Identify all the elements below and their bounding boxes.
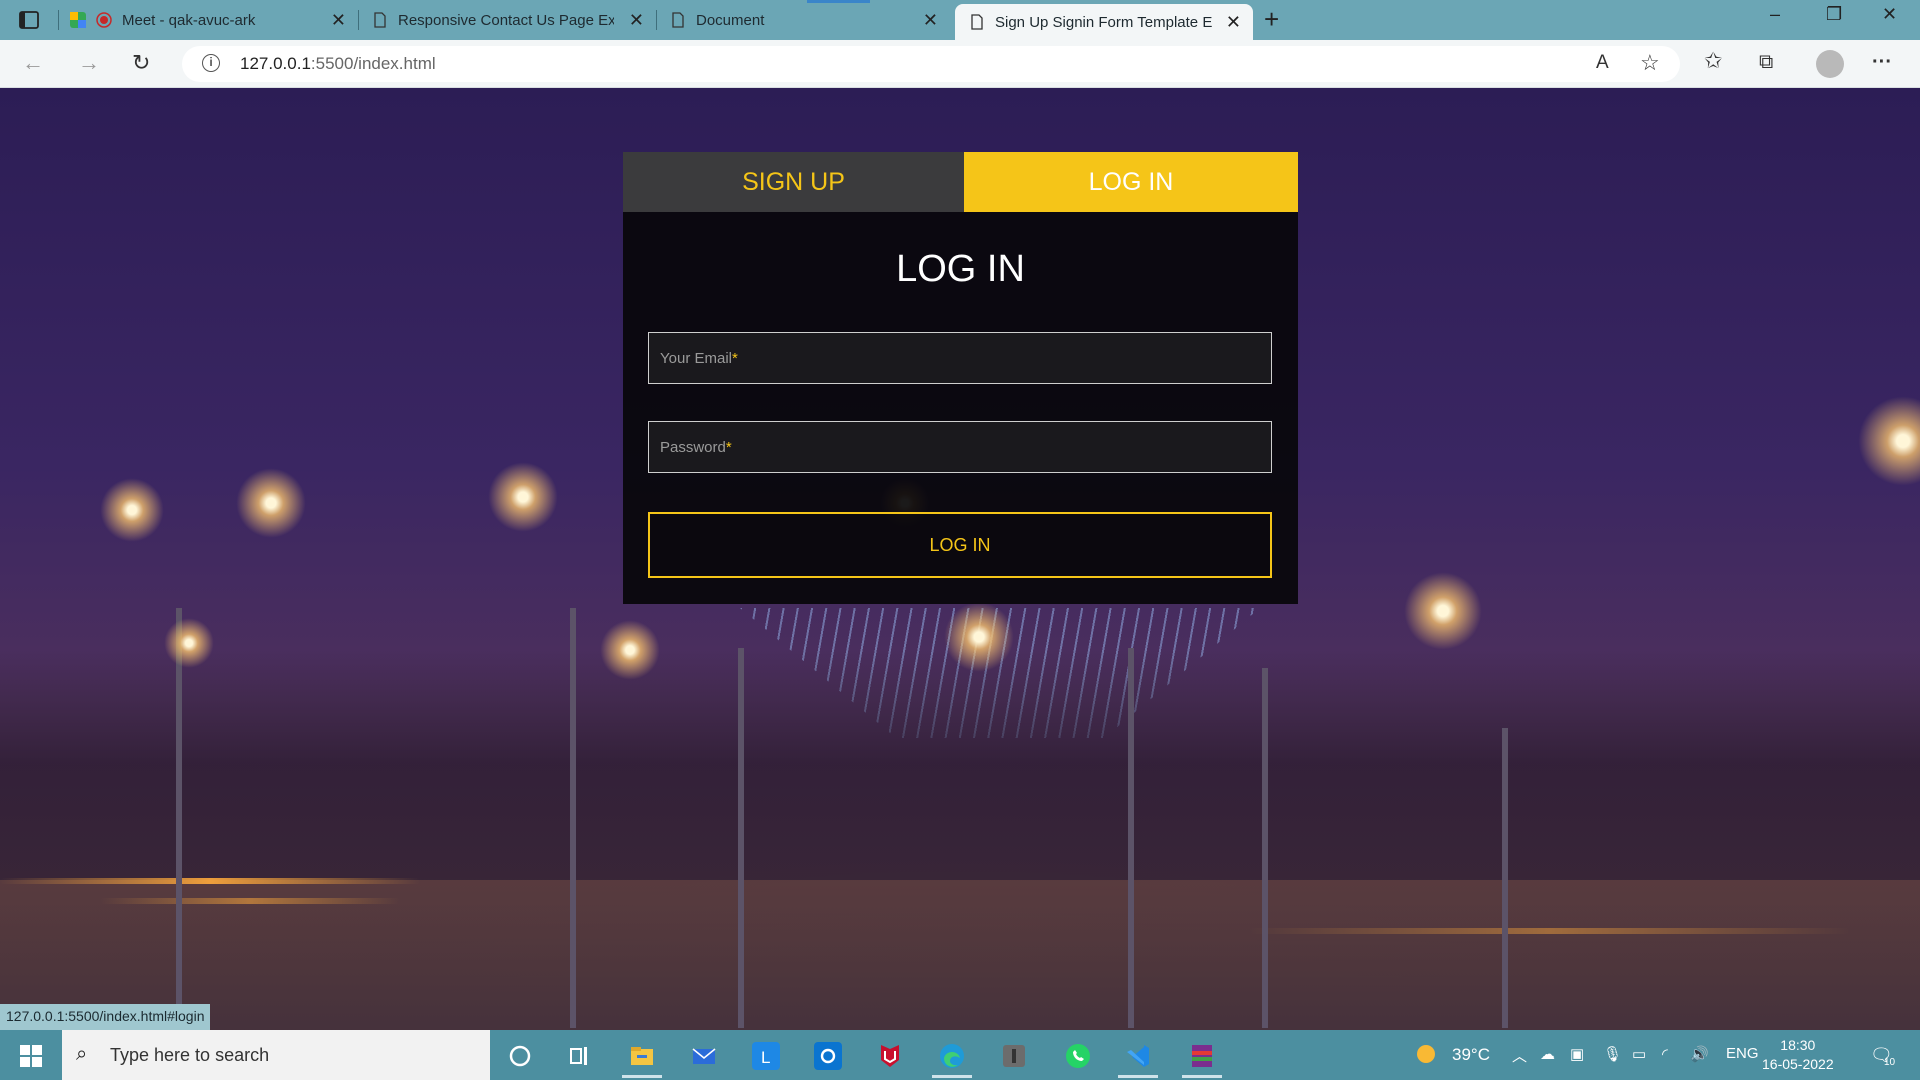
page-icon [971,14,983,30]
edge-icon[interactable] [938,1042,966,1070]
mail-icon[interactable] [690,1042,718,1070]
email-placeholder: Your Email* [660,350,738,367]
login-tab[interactable]: LOG IN [964,152,1298,212]
password-field[interactable]: Password* [648,421,1272,473]
clock-date: 16-05-2022 [1762,1056,1834,1072]
meet-now-icon[interactable]: ▣ [1570,1045,1584,1063]
battery-icon[interactable]: ▭ [1632,1045,1646,1063]
page-icon [374,12,386,28]
site-info-icon[interactable]: i [202,54,220,72]
login-form: LOG IN Your Email* Password* LOG IN [623,212,1298,604]
signup-tab[interactable]: SIGN UP [623,152,964,212]
tab-title: Meet - qak-avuc-ark [122,11,256,29]
cortana-icon[interactable] [506,1042,534,1070]
windows-taskbar: ⌕ Type here to search L 39°C ︿ ☁ ▣ 🎙 ▭ ◜… [0,1030,1920,1080]
status-url-tooltip: 127.0.0.1:5500/index.html#login [0,1004,211,1030]
task-view-icon[interactable] [566,1042,594,1070]
profile-avatar[interactable] [1816,50,1844,78]
address-bar[interactable]: i 127.0.0.1:5500/index.html A ☆ [182,46,1680,82]
auth-form-card: SIGN UP LOG IN LOG IN Your Email* Passwo… [623,152,1298,604]
notification-count: 10 [1884,1057,1896,1068]
generic-app-icon[interactable] [1000,1042,1028,1070]
tab-title: Document [696,11,765,29]
mcafee-icon[interactable] [876,1042,904,1070]
winrar-icon[interactable] [1188,1042,1216,1070]
outlook-icon[interactable] [814,1042,842,1070]
vscode-icon[interactable] [1124,1042,1152,1070]
url-host: 127.0.0.1 [240,54,311,73]
tab-title: Responsive Contact Us Page Exa [398,11,614,29]
tab-meet[interactable]: Meet - qak-avuc-ark ✕ [70,0,360,40]
close-tab-icon[interactable]: ✕ [331,10,346,31]
weather-temperature[interactable]: 39°C [1452,1045,1490,1065]
close-tab-icon[interactable]: ✕ [629,10,644,31]
meet-favicon-icon [70,12,86,28]
collections-icon[interactable]: ⧉ [1759,51,1773,74]
file-explorer-icon[interactable] [628,1042,656,1070]
form-title: LOG IN [896,248,1025,290]
show-hidden-icons-icon[interactable]: ︿ [1512,1045,1527,1066]
favorites-icon[interactable]: ✩ [1704,48,1722,74]
more-menu-icon[interactable]: ··· [1872,51,1892,74]
taskbar-search[interactable]: ⌕ Type here to search [62,1030,490,1080]
search-icon: ⌕ [76,1043,88,1065]
restore-button[interactable]: ❐ [1826,4,1842,25]
volume-icon[interactable]: 🔊 [1690,1045,1709,1063]
svg-text:L: L [761,1048,770,1067]
new-tab-button[interactable]: + [1264,4,1279,35]
address-toolbar: ← → ↻ i 127.0.0.1:5500/index.html A ☆ ✩ … [0,40,1920,88]
required-mark: * [731,350,738,367]
page-icon [672,12,684,28]
wifi-icon[interactable]: ◜ [1662,1045,1668,1063]
browser-tab-bar: Meet - qak-avuc-ark ✕ Responsive Contact… [0,0,1920,40]
whatsapp-icon[interactable] [1064,1042,1092,1070]
clock[interactable]: 18:30 16-05-2022 [1762,1036,1834,1074]
url-text[interactable]: 127.0.0.1:5500/index.html [240,54,436,74]
page-viewport: SIGN UP LOG IN LOG IN Your Email* Passwo… [0,88,1920,1030]
close-window-button[interactable]: ✕ [1882,4,1897,25]
login-submit-button[interactable]: LOG IN [648,512,1272,578]
tab-actions-icon[interactable] [18,9,40,31]
required-mark: * [725,439,732,456]
weather-sun-icon[interactable] [1414,1042,1438,1066]
language-indicator[interactable]: ENG [1726,1045,1759,1062]
tab-title: Sign Up Signin Form Template E [995,13,1213,31]
close-tab-icon[interactable]: ✕ [923,10,938,31]
start-button[interactable] [20,1045,42,1067]
password-placeholder: Password* [660,439,732,456]
close-tab-icon[interactable]: ✕ [1226,12,1241,33]
tab-contact-us[interactable]: Responsive Contact Us Page Exa ✕ [372,0,656,40]
read-aloud-icon[interactable]: A [1596,52,1609,74]
reload-button[interactable]: ↻ [132,50,150,76]
recording-icon [96,12,112,28]
add-favorite-icon[interactable]: ☆ [1640,50,1660,76]
auth-tabs: SIGN UP LOG IN [623,152,1298,212]
microphone-icon[interactable]: 🎙 [1603,1045,1622,1063]
tab-document[interactable]: Document ✕ [670,0,950,40]
back-button[interactable]: ← [22,50,44,76]
minimize-button[interactable]: – [1770,4,1780,25]
clock-time: 18:30 [1780,1037,1816,1053]
onedrive-icon[interactable]: ☁ [1540,1045,1555,1063]
forward-button[interactable]: → [78,50,100,76]
url-path: :5500/index.html [310,54,436,73]
lens-app-icon[interactable]: L [752,1042,780,1070]
email-field[interactable]: Your Email* [648,332,1272,384]
tab-signup-signin[interactable]: Sign Up Signin Form Template E ✕ [955,4,1253,40]
search-placeholder: Type here to search [110,1045,270,1065]
